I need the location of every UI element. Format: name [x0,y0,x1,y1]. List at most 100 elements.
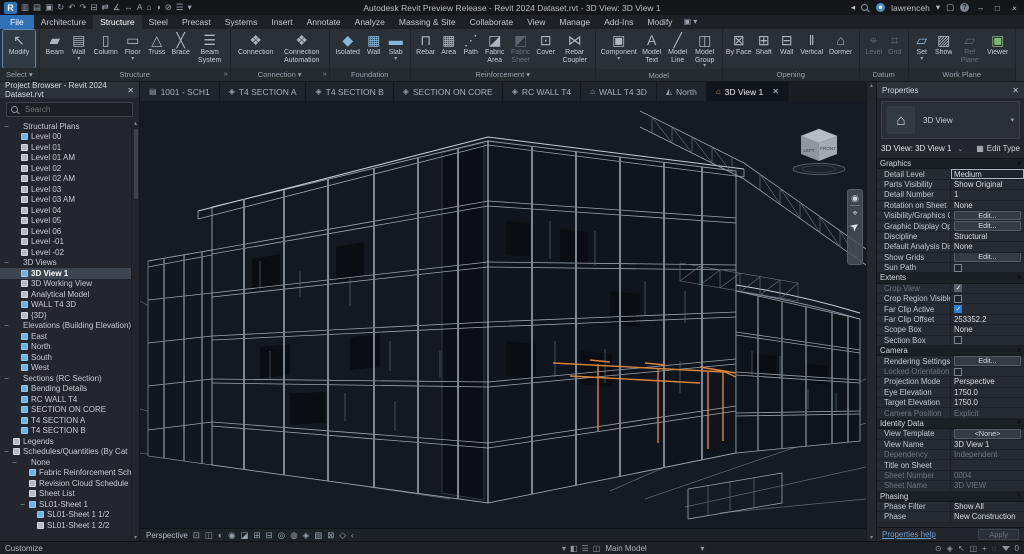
ribbon-button[interactable]: ▰ Beam ▾ [43,30,67,68]
ribbon-button[interactable]: ◩ Fabric Sheet ▾ [508,30,534,68]
steering-wheel-icon[interactable]: ◉ [851,193,859,203]
ribbon-button[interactable]: ◆ Isolated ▾ [333,30,363,68]
close-button[interactable]: × [1009,3,1020,13]
property-value[interactable]: Show Original [954,180,1003,189]
ribbon-tab[interactable]: Massing & Site [392,15,463,29]
ribbon-button[interactable]: ▦ Wall ▾ [363,30,385,68]
tree-item[interactable]: Level 04 [0,205,139,216]
property-row[interactable]: Crop View [877,284,1024,294]
property-row[interactable]: Discipline Structural Structural [877,232,1024,242]
property-section-header[interactable]: Graphics■ [877,159,1024,169]
tree-item[interactable]: Level 02 [0,163,139,174]
zoom-icon[interactable]: ⌖ [852,208,857,218]
sun-settings-icon[interactable]: ◉ [228,530,235,541]
ribbon-button[interactable]: ▤ Wall ▾ [67,30,91,68]
property-value[interactable]: None [954,242,973,251]
temp-view-properties-icon[interactable]: ▧ [314,530,322,541]
property-row[interactable]: Title on Sheet [877,460,1024,470]
ribbon-button[interactable]: ⊠ By Face ▾ [726,30,752,68]
user-caret-icon[interactable]: ▾ [936,2,940,13]
ribbon-tab[interactable]: Manage [552,15,597,29]
tree-item[interactable]: Level 06 [0,226,139,237]
view-tab[interactable]: ◈ SECTION ON CORE [394,82,503,101]
tree-item[interactable]: SL01-Sheet 1 1/2 [0,510,139,521]
view-tab[interactable]: ◈ T4 SECTION A [220,82,307,101]
tree-item[interactable]: Level 00 [0,132,139,143]
active-workset-select[interactable]: Main Model [605,544,695,553]
ribbon-button[interactable]: ⌗ Grid ▾ [885,30,905,68]
property-value[interactable]: Independent [954,450,997,459]
tree-item[interactable]: − Sections (RC Section) [0,373,139,384]
tree-item[interactable]: 3D Working View [0,279,139,290]
edit-button[interactable]: Edit... [954,221,1021,230]
redo-icon[interactable]: ↷ [79,0,86,15]
open-icon[interactable]: ▤ [33,0,41,15]
view-tab[interactable]: ▤ 1001 - SCH1 [140,82,220,101]
underlay-select-icon[interactable]: ◈ [947,544,953,553]
filter-icon[interactable] [1002,546,1010,551]
property-row[interactable]: Section Box [877,336,1024,346]
property-row[interactable]: Far Clip Offset 253352.2 253352.2 [877,315,1024,325]
view-tab[interactable]: ◈ T4 SECTION B [306,82,393,101]
print-icon[interactable]: ⊟ [90,0,97,15]
view-tab[interactable]: ⌂ 3D View 1 ✕ [707,82,789,101]
ribbon-button[interactable]: ▨ Show ▾ [932,30,956,68]
ribbon-group-label[interactable]: Work Plane » [909,68,1015,81]
ribbon-button[interactable]: ⊞ Shaft ▾ [752,30,776,68]
instance-selector[interactable]: 3D View: 3D View 1 [881,144,951,153]
drawing-area[interactable]: LEFT FRONT ◉ ⌖ ➤ [140,101,866,528]
checkbox[interactable] [954,264,962,272]
property-section-header[interactable]: Phasing■ [877,492,1024,502]
property-row[interactable]: Projection Mode Perspective Perspective [877,377,1024,387]
tree-item[interactable]: RC WALL T4 [0,394,139,405]
sync-icon[interactable]: ↻ [57,0,64,15]
tree-item[interactable]: − Structural Plans [0,121,139,132]
property-row[interactable]: Graphic Display Opti... Edit... Edit... [877,221,1024,231]
ribbon-group-label[interactable]: Model » [596,69,722,81]
minimize-button[interactable]: – [975,3,986,13]
ribbon-button[interactable]: ╳ Brace ▾ [169,30,193,68]
checkbox[interactable] [954,295,962,303]
tree-twisty-icon[interactable]: − [3,374,10,383]
view-tab[interactable]: ◈ RC WALL T4 [503,82,581,101]
tree-item[interactable]: Revision Cloud Schedule [0,478,139,489]
property-row[interactable]: Show Grids Edit... Edit... [877,253,1024,263]
property-row[interactable]: Rotation on Sheet None None [877,201,1024,211]
tree-item[interactable]: T4 SECTION A [0,415,139,426]
tree-item[interactable]: Level 01 [0,142,139,153]
ribbon-group-label[interactable]: Foundation » [330,68,410,81]
ribbon-tab[interactable]: Structure [93,15,142,29]
worksharing-display-icon[interactable]: ◈ [303,530,310,541]
crop-view-icon[interactable]: ⊞ [254,530,261,541]
tree-item[interactable]: Level 03 [0,184,139,195]
undo-icon[interactable]: ↶ [68,0,75,15]
render-icon[interactable]: ◑ [156,0,161,15]
property-value[interactable]: Perspective [954,377,995,386]
ribbon-button[interactable]: ▯ Column ▾ [91,30,121,68]
ribbon-button[interactable]: ◪ Fabric Area ▾ [482,30,508,68]
ribbon-button[interactable]: ▱ Set ▾ [912,30,932,68]
property-value[interactable]: 1750.0 [954,388,978,397]
property-value[interactable]: 1750.0 [954,398,978,407]
ribbon-button[interactable]: ╱ Model Line ▾ [665,30,691,69]
property-value[interactable]: 3D View 1 [954,440,989,449]
tree-twisty-icon[interactable]: − [19,500,26,509]
ribbon-button[interactable]: ‖ Vertical ▾ [798,30,826,68]
visual-style-icon[interactable]: ◐ [218,530,223,541]
tree-twisty-icon[interactable]: − [3,122,10,131]
property-row[interactable]: View Template <None> <None> [877,429,1024,439]
search-input[interactable] [23,104,128,115]
measure-icon[interactable]: ∡ [113,0,121,15]
ribbon-tab[interactable]: View [520,15,552,29]
file-icon[interactable]: ▥ [21,0,29,15]
tree-item[interactable]: SECTION ON CORE [0,405,139,416]
property-value[interactable]: Show All [954,502,984,511]
edit-button[interactable]: <None> [954,429,1021,438]
tree-item[interactable]: − SL01-Sheet 1 [0,499,139,510]
tree-item[interactable]: Level 01 AM [0,153,139,164]
checkbox[interactable] [954,368,962,376]
ribbon-tab[interactable]: Modify [640,15,679,29]
dialog-launcher-icon[interactable]: » [224,71,228,78]
property-value[interactable]: New Construction [954,512,1016,521]
ribbon-button[interactable]: ⊟ Wall ▾ [776,30,798,68]
